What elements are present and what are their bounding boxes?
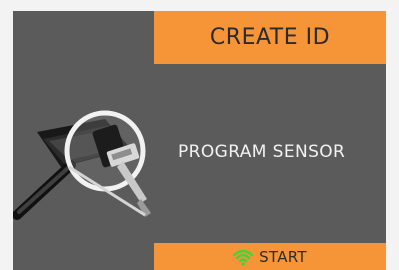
start-button-label: START bbox=[259, 247, 307, 266]
device-screen: CREATE ID PROGRAM SENSOR START bbox=[13, 11, 386, 270]
tpms-sensor-magnifier-icon bbox=[13, 107, 163, 237]
wifi-signal-icon bbox=[233, 249, 254, 266]
page-title: CREATE ID bbox=[209, 25, 331, 50]
start-button[interactable]: START bbox=[154, 243, 386, 270]
header-bar: CREATE ID bbox=[154, 11, 386, 64]
program-sensor-label: PROGRAM SENSOR bbox=[178, 142, 346, 162]
